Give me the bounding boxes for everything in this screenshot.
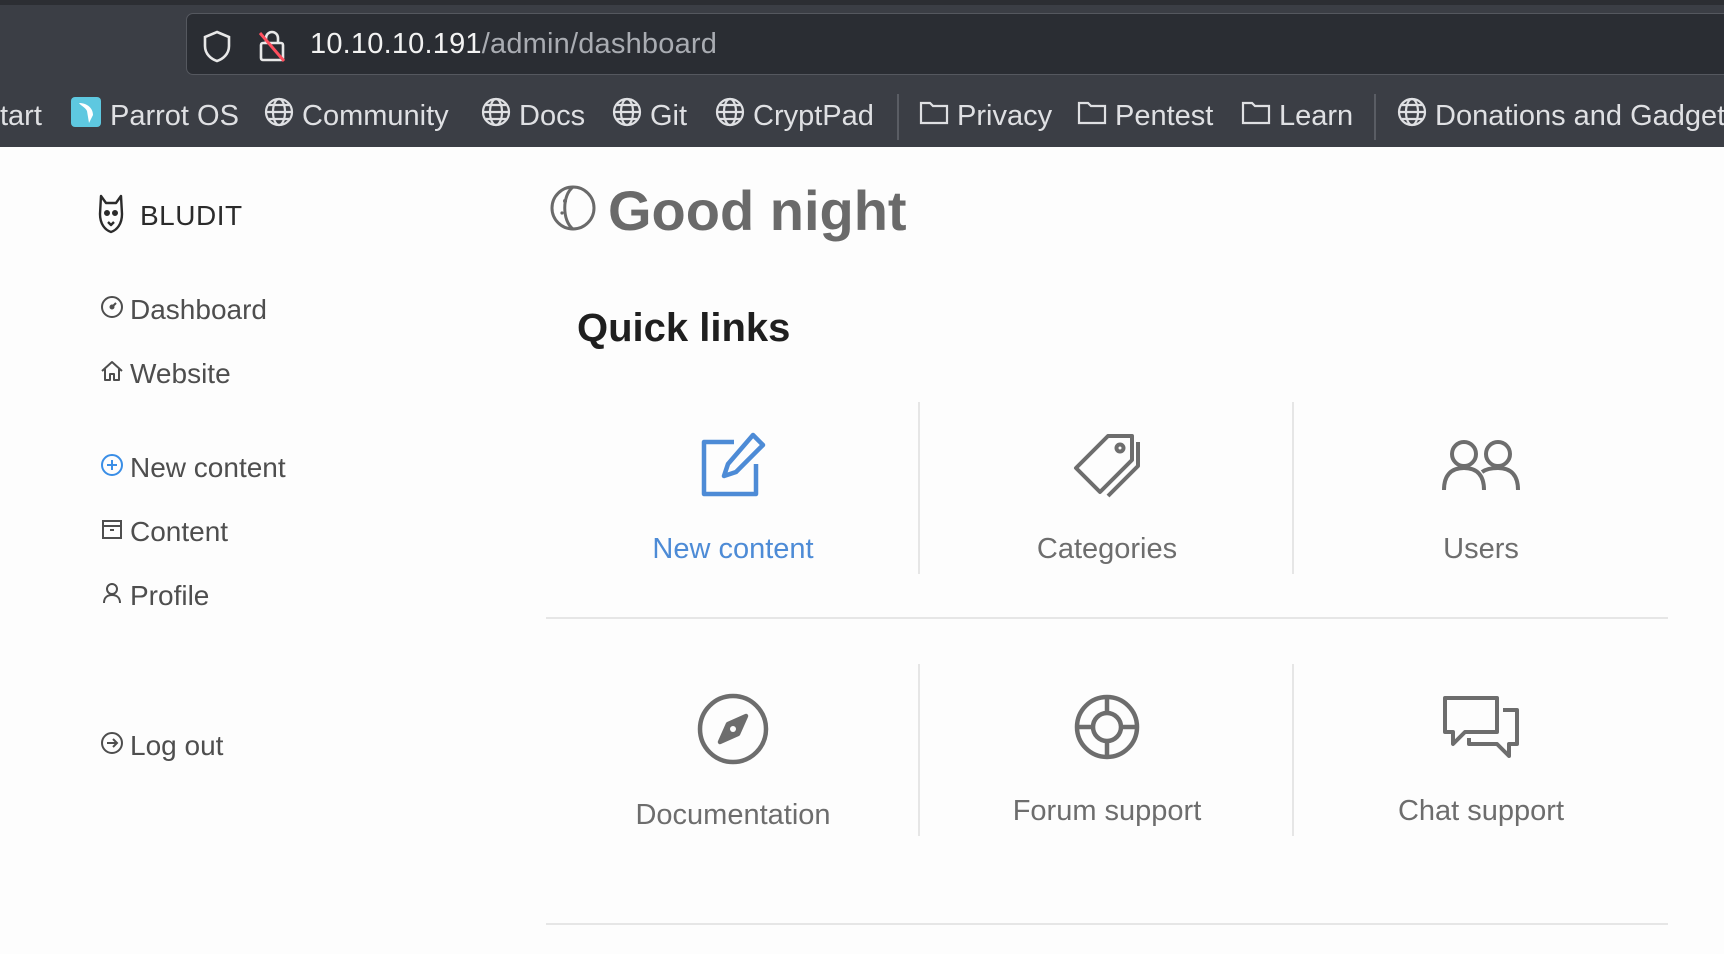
greeting-text: Good night: [608, 179, 907, 242]
browser-chrome: 10.10.10.191/admin/dashboard tart Parrot…: [0, 0, 1724, 147]
quick-link-label: Users: [1443, 533, 1519, 565]
bookmark-label: tart: [0, 99, 42, 132]
url-host: 10.10.10.191: [310, 28, 482, 60]
bookmark-label: Git: [650, 99, 688, 132]
url-text[interactable]: 10.10.10.191/admin/dashboard: [310, 28, 717, 61]
chat-icon: [1441, 662, 1521, 767]
bookmark-label: Privacy: [957, 99, 1053, 132]
bludit-logo-icon: [96, 192, 126, 239]
sidebar-item-dashboard[interactable]: Dashboard: [100, 294, 267, 326]
quick-link-label: Documentation: [635, 799, 831, 831]
sidebar-item-label: Profile: [130, 580, 210, 611]
sidebar-item-label: Log out: [130, 730, 224, 761]
sidebar-item-label: Website: [130, 358, 231, 389]
url-path: /admin/dashboard: [481, 28, 718, 60]
shield-icon[interactable]: [201, 29, 233, 68]
globe-icon: [263, 96, 302, 136]
folder-icon: [918, 97, 957, 135]
address-bar[interactable]: 10.10.10.191/admin/dashboard: [186, 13, 1724, 75]
sidebar-item-new-content[interactable]: New content: [100, 452, 286, 484]
grid-divider: [546, 923, 1668, 925]
quick-link-new-content[interactable]: New content: [546, 400, 920, 575]
bookmark-community[interactable]: Community: [263, 90, 449, 142]
grid-divider: [546, 617, 1668, 619]
bookmark-label: Donations and Gadget: [1435, 99, 1724, 132]
globe-icon: [1396, 96, 1435, 136]
bookmark-git[interactable]: Git: [611, 90, 687, 142]
quick-link-forum-support[interactable]: Forum support: [920, 662, 1294, 837]
bookmark-separator: [897, 94, 899, 140]
folder-icon: [1076, 97, 1115, 135]
quick-link-categories[interactable]: Categories: [920, 400, 1294, 575]
tag-icon: [1072, 400, 1142, 505]
quick-link-label: Categories: [1036, 533, 1178, 565]
sidebar-item-label: Content: [130, 516, 229, 547]
person-icon: [100, 580, 130, 612]
bookmarks-toolbar: tart Parrot OS Community Docs Git CryptP…: [0, 90, 1724, 142]
bookmark-cryptpad[interactable]: CryptPad: [714, 90, 874, 142]
bookmark-donations[interactable]: Donations and Gadget: [1396, 90, 1724, 142]
brand-logo-link[interactable]: BLUDIT: [96, 192, 243, 239]
bookmark-folder-privacy[interactable]: Privacy: [918, 90, 1052, 142]
sidebar-item-logout[interactable]: Log out: [100, 730, 223, 762]
bookmark-label: CryptPad: [753, 99, 874, 132]
quick-link-label: Forum support: [1012, 795, 1202, 827]
plus-circle-icon: [100, 452, 130, 484]
insecure-lock-icon[interactable]: [257, 29, 287, 68]
bookmark-label: Pentest: [1115, 99, 1214, 132]
dashboard-gauge-icon: [100, 294, 130, 326]
sidebar-item-website[interactable]: Website: [100, 358, 231, 390]
bookmark-start[interactable]: tart: [0, 90, 42, 142]
compass-icon: [696, 662, 770, 771]
bookmark-folder-pentest[interactable]: Pentest: [1076, 90, 1213, 142]
bookmark-label: Parrot OS: [110, 99, 239, 132]
tab-strip-edge: [0, 0, 1724, 5]
globe-icon: [611, 96, 650, 136]
sidebar-item-profile[interactable]: Profile: [100, 580, 209, 612]
quick-link-chat-support[interactable]: Chat support: [1294, 662, 1668, 837]
quick-link-label: Chat support: [1397, 795, 1565, 827]
lifebuoy-icon: [1072, 662, 1142, 767]
parrot-icon: [69, 95, 110, 137]
globe-icon: [480, 96, 519, 136]
bookmark-docs[interactable]: Docs: [480, 90, 585, 142]
bookmark-label: Community: [302, 99, 449, 132]
greeting-heading: Good night: [548, 178, 907, 243]
edit-icon: [698, 400, 768, 505]
moon-icon: [548, 183, 598, 238]
quick-links-title: Quick links: [577, 306, 791, 350]
folder-icon: [1240, 97, 1279, 135]
brand-name: BLUDIT: [140, 199, 243, 231]
quick-link-documentation[interactable]: Documentation: [546, 662, 920, 837]
home-icon: [100, 358, 130, 390]
bookmark-folder-learn[interactable]: Learn: [1240, 90, 1353, 142]
quick-link-label: New content: [652, 533, 814, 565]
archive-icon: [100, 516, 130, 548]
bookmark-label: Docs: [519, 99, 586, 132]
bookmark-label: Learn: [1279, 99, 1354, 132]
users-icon: [1438, 400, 1524, 505]
sidebar-item-content[interactable]: Content: [100, 516, 228, 548]
quick-link-users[interactable]: Users: [1294, 400, 1668, 575]
bookmark-separator: [1374, 94, 1376, 140]
bookmark-parrot-os[interactable]: Parrot OS: [69, 90, 239, 142]
globe-icon: [714, 96, 753, 136]
sidebar-item-label: Dashboard: [130, 294, 267, 325]
logout-arrow-icon: [100, 730, 130, 762]
sidebar-item-label: New content: [130, 452, 286, 483]
